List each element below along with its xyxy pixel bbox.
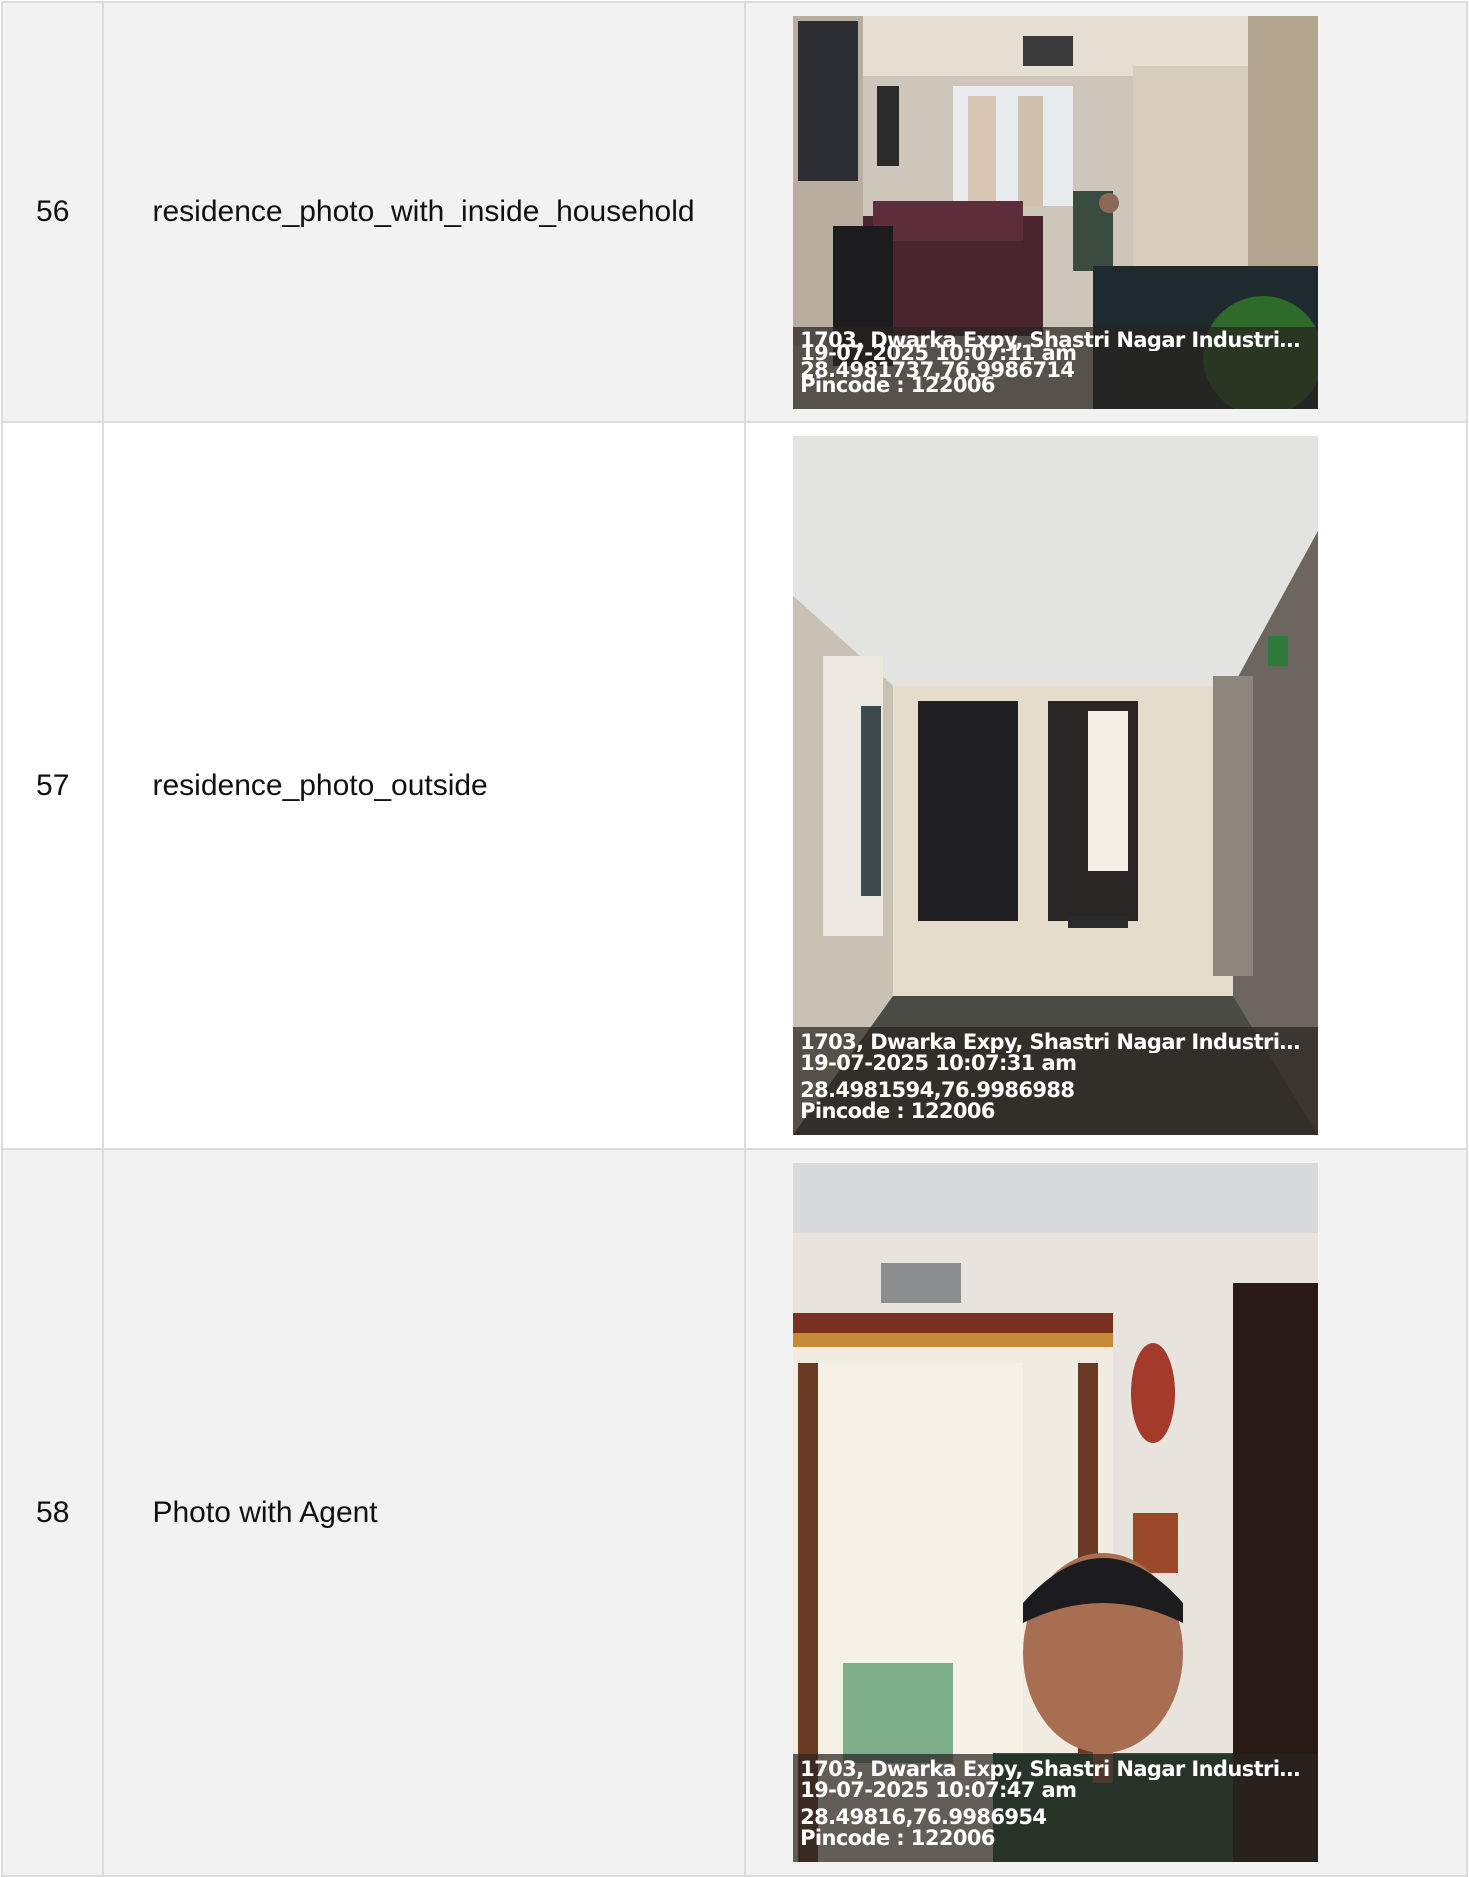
photo-report-table: 56 residence_photo_with_inside_household (0, 1, 1468, 1877)
geotag-datetime: 19-07-2025 10:07:47 am (800, 1780, 1077, 1801)
geotag-coordinates: 28.4981594,76.9986988 (800, 1080, 1075, 1101)
residence-inside-photo[interactable]: 1703, Dwarka Expy, Shastri Nagar Industr… (793, 15, 1319, 409)
geotag-address: 1703, Dwarka Expy, Shastri Nagar Industr… (800, 1031, 1313, 1053)
photo-geotag-overlay: 1703, Dwarka Expy, Shastri Nagar Industr… (793, 326, 1319, 409)
photo-cell: 1703, Dwarka Expy, Shastri Nagar Industr… (744, 1, 1468, 423)
row-label: residence_photo_with_inside_household (102, 1, 747, 423)
row-index: 58 (0, 1148, 105, 1877)
geotag-coordinates: 28.49816,76.9986954 (800, 1807, 1047, 1828)
photo-cell: 1703, Dwarka Expy, Shastri Nagar Industr… (744, 1148, 1468, 1877)
geotag-datetime: 19-07-2025 10:07:31 am (800, 1053, 1077, 1074)
agent-selfie-photo[interactable]: 1703, Dwarka Expy, Shastri Nagar Industr… (793, 1163, 1319, 1862)
row-label: residence_photo_outside (102, 421, 747, 1150)
photo-geotag-overlay: 1703, Dwarka Expy, Shastri Nagar Industr… (793, 1027, 1319, 1135)
row-index: 56 (0, 1, 105, 423)
geotag-pincode: Pincode : 122006 (800, 1101, 995, 1122)
table-row: 57 residence_photo_outside 1703, Dwarka … (0, 421, 1468, 1150)
photo-cell: 1703, Dwarka Expy, Shastri Nagar Industr… (744, 421, 1468, 1150)
row-index: 57 (0, 421, 105, 1150)
row-label: Photo with Agent (102, 1148, 747, 1877)
geotag-address: 1703, Dwarka Expy, Shastri Nagar Industr… (800, 1758, 1313, 1780)
geotag-pincode: Pincode : 122006 (800, 1828, 995, 1849)
table-row: 58 Photo with Agent 1703, Dwarka Expy, S… (0, 1148, 1468, 1877)
table-row: 56 residence_photo_with_inside_household (0, 1, 1468, 423)
residence-outside-photo[interactable]: 1703, Dwarka Expy, Shastri Nagar Industr… (793, 436, 1319, 1135)
photo-geotag-overlay: 1703, Dwarka Expy, Shastri Nagar Industr… (793, 1754, 1319, 1862)
